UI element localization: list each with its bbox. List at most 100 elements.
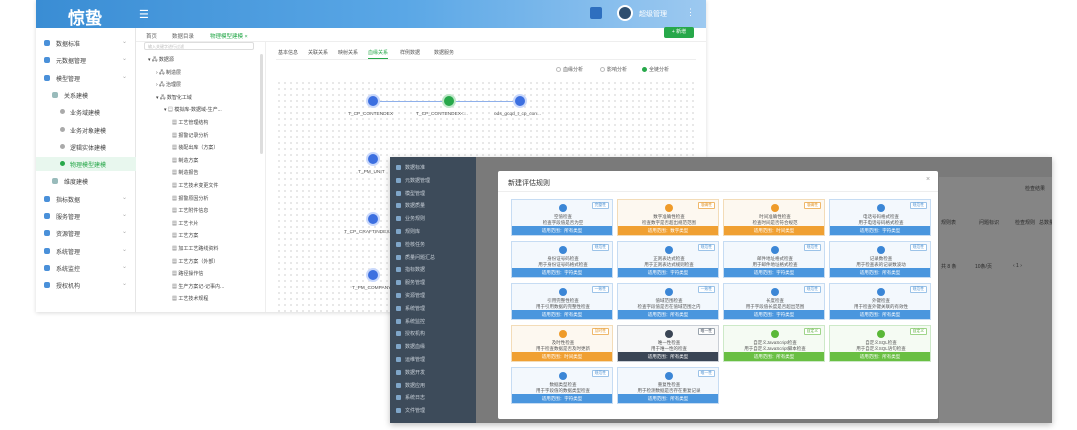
tree-node[interactable]: ▦ 工艺管理结构	[172, 119, 208, 126]
rule-card[interactable]: 规范性 长度检查 用于字段值长度是否超出范围 适用范围：字符类型	[723, 283, 825, 320]
sidebar-item[interactable]: 授权机构 ⌄	[36, 278, 136, 292]
sidebar-item-label: 运维管理	[405, 357, 426, 363]
tree-node[interactable]: ▦ 工艺附件信息	[172, 207, 208, 214]
sidebar-item[interactable]: 维度建模	[36, 174, 136, 188]
fullscreen-icon[interactable]	[590, 7, 602, 19]
detail-tab[interactable]: 映射关系	[338, 49, 358, 56]
rule-card[interactable]: 规范性 正则表达式检查 用于正则表达式规则检查 适用范围：字符类型	[617, 241, 719, 278]
sidebar-item[interactable]: 系统监控 ⌄	[36, 261, 136, 275]
tab-home[interactable]: 首页	[146, 32, 157, 40]
detail-tab[interactable]: 样例数据	[400, 49, 420, 56]
user-name[interactable]: 超级管理	[639, 9, 667, 19]
tree-node[interactable]: ▾ 🖧 数智化工域	[156, 94, 192, 103]
tree-node[interactable]: ▾ 🖧 数据源	[148, 56, 174, 65]
sidebar-item[interactable]: 系统日志	[390, 391, 476, 403]
tree-node[interactable]: ▦ 生产方案记-记事内...	[172, 283, 224, 290]
tree-search-input[interactable]: 输入关键字进行过滤	[144, 42, 254, 50]
sidebar-item[interactable]: 规则库	[390, 225, 476, 237]
sidebar-item[interactable]: 资源管理	[390, 289, 476, 301]
detail-tab[interactable]: 血缘关系	[368, 49, 389, 59]
sidebar-item[interactable]: 逻辑实体建模	[36, 140, 136, 154]
rule-card[interactable]: 一致性 值域范围检查 检查字段值是否在值域范围之内 适用范围：所有类型	[617, 283, 719, 320]
tree-node[interactable]: ▦ 制造方案	[172, 157, 198, 164]
tree-node[interactable]: ▦ 工艺卡片	[172, 220, 198, 227]
sidebar-item[interactable]: 服务管理 ⌄	[36, 209, 136, 223]
rule-card[interactable]: 及时性 及时性检查 用于检查数据是否及时更新 适用范围：时间类型	[511, 325, 613, 362]
more-icon[interactable]: ⋮	[686, 7, 695, 18]
new-button[interactable]: + 新增	[664, 27, 694, 38]
sidebar-item[interactable]: 数据血缘	[390, 340, 476, 352]
tree-node[interactable]: ▦ 工艺技术规程	[172, 295, 208, 302]
sidebar-item[interactable]: 数据标准	[390, 161, 476, 173]
sidebar-item[interactable]: 系统监控	[390, 315, 476, 327]
rule-card[interactable]: 规范性 身份证号码检查 用于身份证号码格式检查 适用范围：字符类型	[511, 241, 613, 278]
sidebar-item[interactable]: 业务对象建模	[36, 123, 136, 137]
rule-card[interactable]: 完整性 空值检查 检查字段值是否为空 适用范围：所有类型	[511, 199, 613, 236]
sidebar-item[interactable]: 授权机构	[390, 327, 476, 339]
rule-card[interactable]: 规范性 外键检查 用于检查外键关联的有效性 适用范围：所有类型	[829, 283, 931, 320]
sidebar-item[interactable]: 业务域建模	[36, 105, 136, 119]
sidebar-item[interactable]: 指标数据	[390, 263, 476, 275]
sidebar-item[interactable]: 元数据管理 ⌄	[36, 53, 136, 67]
rule-card[interactable]: 一致性 引用完整性检查 用于引用数据的完整性检查 适用范围：所有类型	[511, 283, 613, 320]
detail-tab[interactable]: 数据服务	[434, 49, 454, 56]
sidebar-item[interactable]: 模型管理	[390, 187, 476, 199]
sidebar-item[interactable]: 数据质量	[390, 199, 476, 211]
tree-node[interactable]: ▦ 工艺方案（外部）	[172, 258, 218, 265]
sidebar-item[interactable]: 数据标准 ⌄	[36, 36, 136, 50]
tree-node[interactable]: ▦ 工艺技术变更文件	[172, 182, 218, 189]
sidebar-item[interactable]: 数据应用	[390, 379, 476, 391]
graph-node[interactable]	[366, 212, 380, 226]
tab-catalog[interactable]: 数据目录	[172, 32, 194, 40]
radio-impact[interactable]: 影响分析	[600, 66, 627, 73]
tree-node[interactable]: › 🖧 制造层	[156, 69, 181, 78]
close-icon[interactable]: ×	[926, 176, 930, 183]
menu-toggle-icon[interactable]: ☰	[139, 8, 149, 21]
detail-tab[interactable]: 基本信息	[278, 49, 298, 56]
rule-card[interactable]: 自定义 自定义SQL检查 用于自定义SQL语句检查 适用范围：所有类型	[829, 325, 931, 362]
rule-card[interactable]: 准确性 时间准确性检查 检查时间是否符合规范 适用范围：时间类型	[723, 199, 825, 236]
sidebar-item[interactable]: 文件管理	[390, 404, 476, 416]
tree-node[interactable]: ▦ 报警记录分析	[172, 132, 208, 139]
sidebar-item[interactable]: 运维管理	[390, 353, 476, 365]
sidebar-item[interactable]: 业务规则	[390, 212, 476, 224]
tree-node[interactable]: ▦ 路径操作信	[172, 270, 203, 277]
graph-node[interactable]	[366, 94, 380, 108]
tree-node[interactable]: ▾ ▤ 模拟库-数据域-生产...	[164, 106, 222, 113]
tree-node[interactable]: › 🖧 治理层	[156, 81, 181, 90]
tree-node[interactable]: ▦ 报警原因分析	[172, 195, 208, 202]
detail-tab[interactable]: 关联关系	[308, 49, 328, 56]
rule-card[interactable]: 唯一性 重复性检查 用于检测数据是否存在重复记录 适用范围：所有类型	[617, 367, 719, 404]
sidebar-item[interactable]: 数据开发	[390, 366, 476, 378]
graph-node[interactable]	[366, 268, 380, 282]
rule-card[interactable]: 规范性 电话号码格式检查 用于电话号码格式检查 适用范围：字符类型	[829, 199, 931, 236]
rule-card[interactable]: 唯一性 唯一性检查 用于唯一性的检查 适用范围：所有类型	[617, 325, 719, 362]
rule-card[interactable]: 规范性 记录数检查 用于检查表的记录数波动 适用范围：所有类型	[829, 241, 931, 278]
sidebar-item[interactable]: 质量问题汇总	[390, 251, 476, 263]
avatar[interactable]	[617, 5, 633, 21]
sidebar-item[interactable]: 模型管理 ⌄	[36, 71, 136, 85]
rule-card[interactable]: 准确性 数字准确性检查 检查数字是否超出规范范围 适用范围：数字类型	[617, 199, 719, 236]
graph-node[interactable]	[513, 94, 527, 108]
rule-card[interactable]: 自定义 自定义JavaScript检查 用于自定义JavaScript脚本检查 适用范…	[723, 325, 825, 362]
tree-scrollbar[interactable]	[260, 54, 263, 154]
rule-card[interactable]: 规范性 邮件地址格式检查 用于邮件地址格式检查 适用范围：字符类型	[723, 241, 825, 278]
tree-node[interactable]: ▦ 制造报告	[172, 169, 198, 176]
radio-full[interactable]: 全链分析	[642, 66, 669, 73]
graph-node[interactable]	[366, 152, 380, 166]
sidebar-item[interactable]: 检核任务	[390, 238, 476, 250]
sidebar-item[interactable]: 资源管理 ⌄	[36, 226, 136, 240]
sidebar-item[interactable]: 系统管理	[390, 302, 476, 314]
sidebar-item[interactable]: 系统管理 ⌄	[36, 244, 136, 258]
sidebar-item[interactable]: 元数据管理	[390, 174, 476, 186]
sidebar-item[interactable]: 服务管理	[390, 276, 476, 288]
sidebar-item[interactable]: 指标数据 ⌄	[36, 192, 136, 206]
sidebar-item[interactable]: 关系建模	[36, 88, 136, 102]
tree-node[interactable]: ▦ 加工工艺路线资料	[172, 245, 218, 252]
sidebar-item[interactable]: 物理模型建模	[36, 157, 136, 172]
graph-node-center[interactable]	[442, 94, 456, 108]
rule-card[interactable]: 规范性 数据类型检查 用于字段值的数据类型检查 适用范围：字符类型	[511, 367, 613, 404]
radio-lineage[interactable]: 血缘分析	[556, 66, 583, 73]
tree-node[interactable]: ▦ 工艺方案	[172, 232, 198, 239]
tree-node[interactable]: ▦ 装配出库（方案）	[172, 144, 218, 151]
